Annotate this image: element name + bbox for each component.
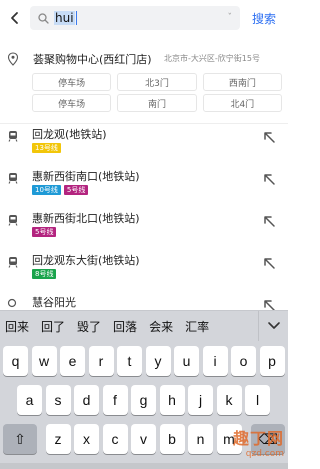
search-bar: hui ˇ 搜索 — [0, 0, 288, 36]
key-u[interactable]: u — [174, 346, 199, 376]
search-query-text: hui — [54, 11, 75, 25]
watermark: 趣丁网 qzd.com — [233, 425, 284, 459]
result-title: 惠新西街南口(地铁站) — [32, 170, 140, 183]
shift-icon: ⇧ — [14, 430, 26, 447]
key-n[interactable]: n — [188, 424, 213, 454]
fill-query-arrow-icon[interactable] — [262, 214, 276, 228]
chevron-down-icon — [267, 322, 280, 329]
candidate-word[interactable]: 汇率 — [179, 318, 215, 335]
subway-icon — [8, 173, 18, 184]
search-icon — [36, 11, 50, 25]
gate-button[interactable]: 北4门 — [202, 94, 282, 112]
key-e[interactable]: e — [60, 346, 85, 376]
subway-icon — [8, 215, 18, 226]
gate-button[interactable]: 西南门 — [202, 73, 282, 91]
key-t[interactable]: t — [117, 346, 142, 376]
key-y[interactable]: y — [145, 346, 171, 376]
candidate-word[interactable]: 毁了 — [71, 318, 107, 335]
fill-query-arrow-icon[interactable] — [262, 130, 276, 144]
key-k[interactable]: k — [216, 385, 242, 415]
key-i[interactable]: i — [202, 346, 228, 376]
key-l[interactable]: l — [245, 385, 270, 415]
key-q[interactable]: q — [3, 346, 28, 376]
line-badge: 10号线 — [32, 185, 61, 195]
watermark-domain: qzd.com — [245, 449, 284, 459]
key-a[interactable]: a — [17, 385, 42, 415]
candidate-word[interactable]: 会来 — [143, 318, 179, 335]
key-v[interactable]: v — [131, 424, 156, 454]
gate-button[interactable]: 停车场 — [32, 73, 112, 91]
key-w[interactable]: w — [31, 346, 57, 376]
result-title: 回龙观东大街(地铁站) — [32, 254, 140, 267]
key-b[interactable]: b — [159, 424, 185, 454]
result-item[interactable]: 回龙观东大街(地铁站) 8号线 — [0, 252, 288, 292]
key-o[interactable]: o — [231, 346, 256, 376]
key-z[interactable]: z — [45, 424, 71, 454]
expand-candidates-button[interactable] — [258, 311, 288, 341]
key-r[interactable]: r — [88, 346, 114, 376]
poi-card[interactable]: 荟聚购物中心(西红门店) 北京市-大兴区-欣宁街15号 停车场 北3门 西南门 … — [0, 44, 288, 119]
line-badge: 5号线 — [32, 227, 57, 237]
shift-key[interactable]: ⇧ — [3, 424, 37, 454]
key-x[interactable]: x — [74, 424, 99, 454]
keyboard: q w e r t y u i o p a s d f g h j k l ⇧ … — [0, 341, 288, 469]
search-button[interactable]: 搜索 — [240, 10, 288, 27]
poi-name: 荟聚购物中心(西红门店) — [33, 53, 152, 66]
subway-icon — [8, 257, 18, 268]
candidate-word[interactable]: 回落 — [107, 318, 143, 335]
key-p[interactable]: p — [259, 346, 285, 376]
key-g[interactable]: g — [131, 385, 156, 415]
result-item[interactable]: 回龙观(地铁站) 13号线 — [0, 126, 288, 166]
poi-address: 北京市-大兴区-欣宁街15号 — [164, 54, 260, 63]
keyboard-bottom-row — [0, 463, 288, 469]
line-badge: 13号线 — [32, 143, 61, 153]
result-item[interactable]: 慧谷阳光 — [0, 294, 288, 310]
result-title: 回龙观(地铁站) — [32, 128, 107, 141]
location-pin-icon — [7, 52, 19, 66]
fill-query-arrow-icon[interactable] — [262, 172, 276, 186]
poi-gates: 停车场 北3门 西南门 停车场 南门 北4门 — [32, 73, 282, 112]
divider — [0, 123, 288, 124]
back-button[interactable] — [0, 0, 30, 36]
subway-icon — [8, 131, 18, 142]
key-j[interactable]: j — [188, 385, 213, 415]
fill-query-arrow-icon[interactable] — [262, 256, 276, 270]
key-h[interactable]: h — [159, 385, 185, 415]
result-title: 惠新西街北口(地铁站) — [32, 212, 140, 225]
result-title: 慧谷阳光 — [32, 296, 76, 309]
dropdown-mark: ˇ — [227, 13, 233, 23]
search-history-icon — [7, 298, 17, 308]
result-item[interactable]: 惠新西街北口(地铁站) 5号线 — [0, 210, 288, 250]
result-item[interactable]: 惠新西街南口(地铁站) 10号线 5号线 — [0, 168, 288, 208]
key-d[interactable]: d — [74, 385, 99, 415]
ime-candidate-bar: 回来 回了 毁了 回落 会来 汇率 — [0, 310, 288, 341]
line-badge: 5号线 — [63, 185, 89, 195]
watermark-title: 趣丁网 — [232, 429, 284, 448]
gate-button[interactable]: 南门 — [117, 94, 197, 112]
gate-button[interactable]: 北3门 — [117, 73, 197, 91]
key-s[interactable]: s — [45, 385, 71, 415]
fill-query-arrow-icon[interactable] — [262, 298, 276, 310]
candidate-word[interactable]: 回了 — [35, 318, 71, 335]
search-input[interactable]: hui ˇ — [30, 6, 240, 30]
gate-button[interactable]: 停车场 — [32, 94, 112, 112]
key-c[interactable]: c — [102, 424, 128, 454]
candidate-word[interactable]: 回来 — [0, 318, 35, 335]
key-f[interactable]: f — [102, 385, 128, 415]
text-caret — [75, 11, 77, 25]
line-badge: 8号线 — [32, 269, 57, 279]
chevron-left-icon — [11, 12, 18, 24]
